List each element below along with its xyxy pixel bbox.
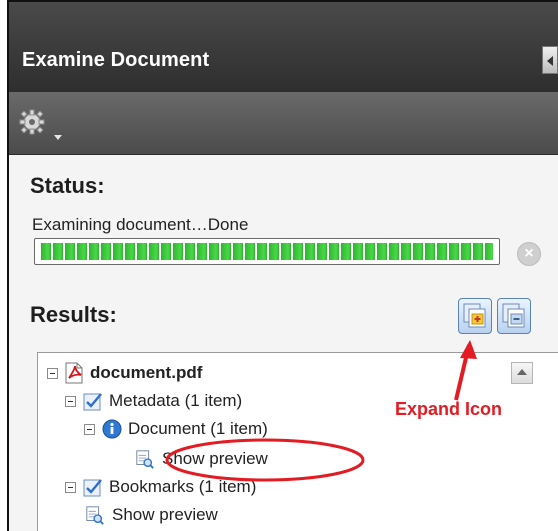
annotation-arrow-head [460,340,477,359]
annotation-ellipse [165,438,365,482]
annotation-overlay [165,340,477,482]
examine-document-panel: Examine Document Status: Examining docum… [7,0,558,531]
annotation-label: Expand Icon [395,399,503,419]
